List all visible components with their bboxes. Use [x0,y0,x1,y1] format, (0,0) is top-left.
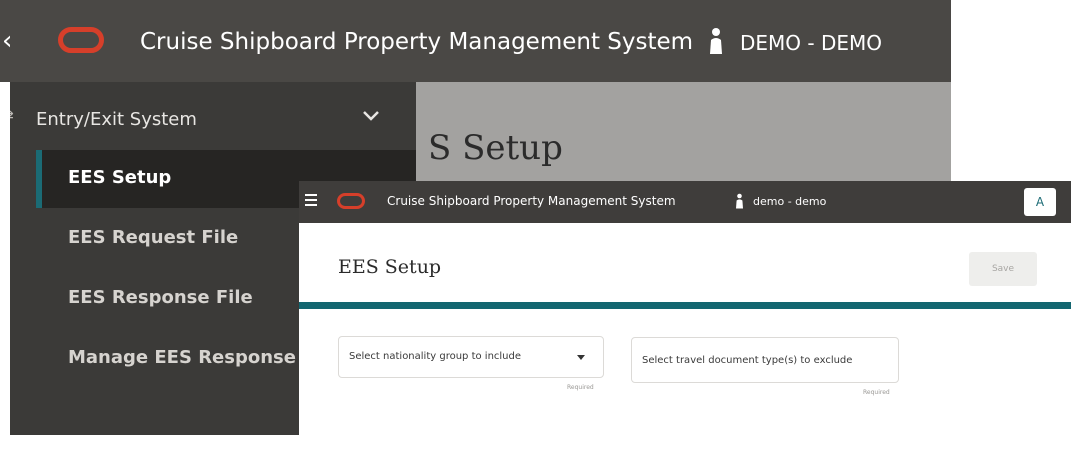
oracle-logo [58,27,104,53]
chevron-down-icon[interactable] [362,108,380,124]
app-title: Cruise Shipboard Property Management Sys… [387,194,676,208]
hamburger-icon[interactable] [305,194,317,206]
active-indicator [36,150,42,208]
user-icon [736,193,743,209]
foreground-window: Cruise Shipboard Property Management Sys… [299,181,1071,449]
sidebar-item-label: EES Response File [68,287,253,308]
caret-down-icon [577,355,585,360]
sidebar-item-label: Manage EES Response St [68,347,324,368]
sidebar-item-label: EES Request File [68,227,239,248]
nationality-group-select[interactable]: Select nationality group to include [338,336,604,378]
user-name[interactable]: DEMO - DEMO [740,28,882,58]
required-hint: Required [567,384,594,391]
foreground-header: Cruise Shipboard Property Management Sys… [299,181,1071,223]
user-name[interactable]: demo - demo [753,194,826,210]
avatar[interactable]: A [1024,188,1056,216]
chevron-left-icon[interactable]: ‹ [2,26,12,56]
required-hint: Required [863,389,890,396]
app-title: Cruise Shipboard Property Management Sys… [140,29,694,55]
travel-document-placeholder: Select travel document type(s) to exclud… [642,355,853,366]
bottom-edge [0,435,300,449]
accent-bar [299,302,1071,309]
nationality-group-placeholder: Select nationality group to include [349,351,522,362]
page-title: EES Setup [338,256,442,278]
sidebar-item-label: EES Setup [68,167,172,188]
background-page-title: S Setup [428,128,563,168]
travel-document-exclude-input[interactable]: Select travel document type(s) to exclud… [631,337,899,383]
user-icon [710,28,722,54]
oracle-logo [337,193,365,209]
sidebar-section-entry-exit[interactable]: Entry/Exit System [36,107,197,133]
left-edge [0,82,10,449]
save-button[interactable]: Save [969,252,1037,286]
